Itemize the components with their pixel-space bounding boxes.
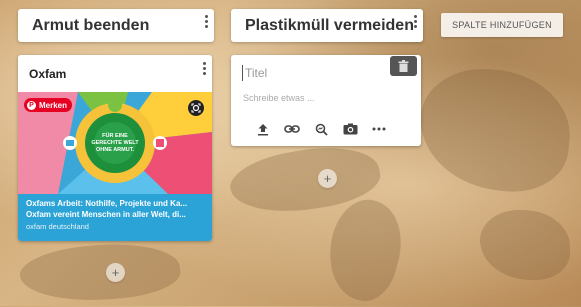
column-header-plastik[interactable]: Plastikmüll vermeiden (231, 9, 423, 42)
lens-icon[interactable] (188, 100, 204, 116)
svg-text:FÜR EINE: FÜR EINE (102, 132, 128, 139)
add-post-button[interactable]: + (106, 263, 125, 282)
link-icon[interactable] (284, 121, 300, 137)
link-preview-image[interactable]: FÜR EINE GERECHTE WELT OHNE ARMUT. P Mer… (18, 92, 212, 194)
search-image-icon[interactable] (313, 121, 329, 137)
attachment-toolbar (255, 121, 387, 137)
pinterest-icon: P (27, 100, 36, 110)
card-title: Oxfam (29, 67, 67, 81)
add-icon: + (111, 265, 120, 280)
link-title: Oxfams Arbeit: Nothilfe, Projekte und Ka… (26, 199, 188, 208)
more-vert-icon[interactable] (203, 62, 207, 75)
camera-icon[interactable] (342, 121, 358, 137)
add-post-button[interactable]: + (318, 169, 337, 188)
delete-button[interactable] (390, 56, 417, 76)
column-title: Armut beenden (32, 16, 150, 34)
column-header-armut[interactable]: Armut beenden (18, 9, 214, 42)
more-horiz-icon[interactable] (371, 121, 387, 137)
add-icon: + (323, 171, 332, 186)
upload-icon[interactable] (255, 121, 271, 137)
title-input[interactable] (242, 65, 375, 81)
more-vert-icon[interactable] (414, 15, 418, 28)
link-description: Oxfam vereint Menschen in aller Welt, di… (26, 210, 186, 219)
svg-text:GERECHTE WELT: GERECHTE WELT (91, 140, 139, 146)
link-preview-footer[interactable]: Oxfams Arbeit: Nothilfe, Projekte und Ka… (18, 194, 212, 241)
post-card-oxfam[interactable]: Oxfam FÜR EINE GERECHTE WELT OHNE ARMUT.… (18, 55, 212, 241)
column-title: Plastikmüll vermeiden (245, 16, 414, 34)
more-vert-icon[interactable] (205, 15, 209, 28)
map-continent (415, 63, 575, 197)
pin-label: Merken (39, 100, 68, 110)
trash-icon (398, 60, 409, 72)
new-post-composer (231, 55, 421, 146)
body-input[interactable] (243, 91, 403, 105)
svg-text:OHNE ARMUT.: OHNE ARMUT. (96, 147, 134, 153)
map-continent (318, 192, 412, 307)
link-source: oxfam deutschland (26, 222, 89, 231)
map-continent (480, 210, 570, 280)
map-continent (17, 238, 183, 307)
add-column-button[interactable]: SPALTE HINZUFÜGEN (441, 13, 563, 37)
pinterest-save-button[interactable]: P Merken (24, 98, 73, 112)
